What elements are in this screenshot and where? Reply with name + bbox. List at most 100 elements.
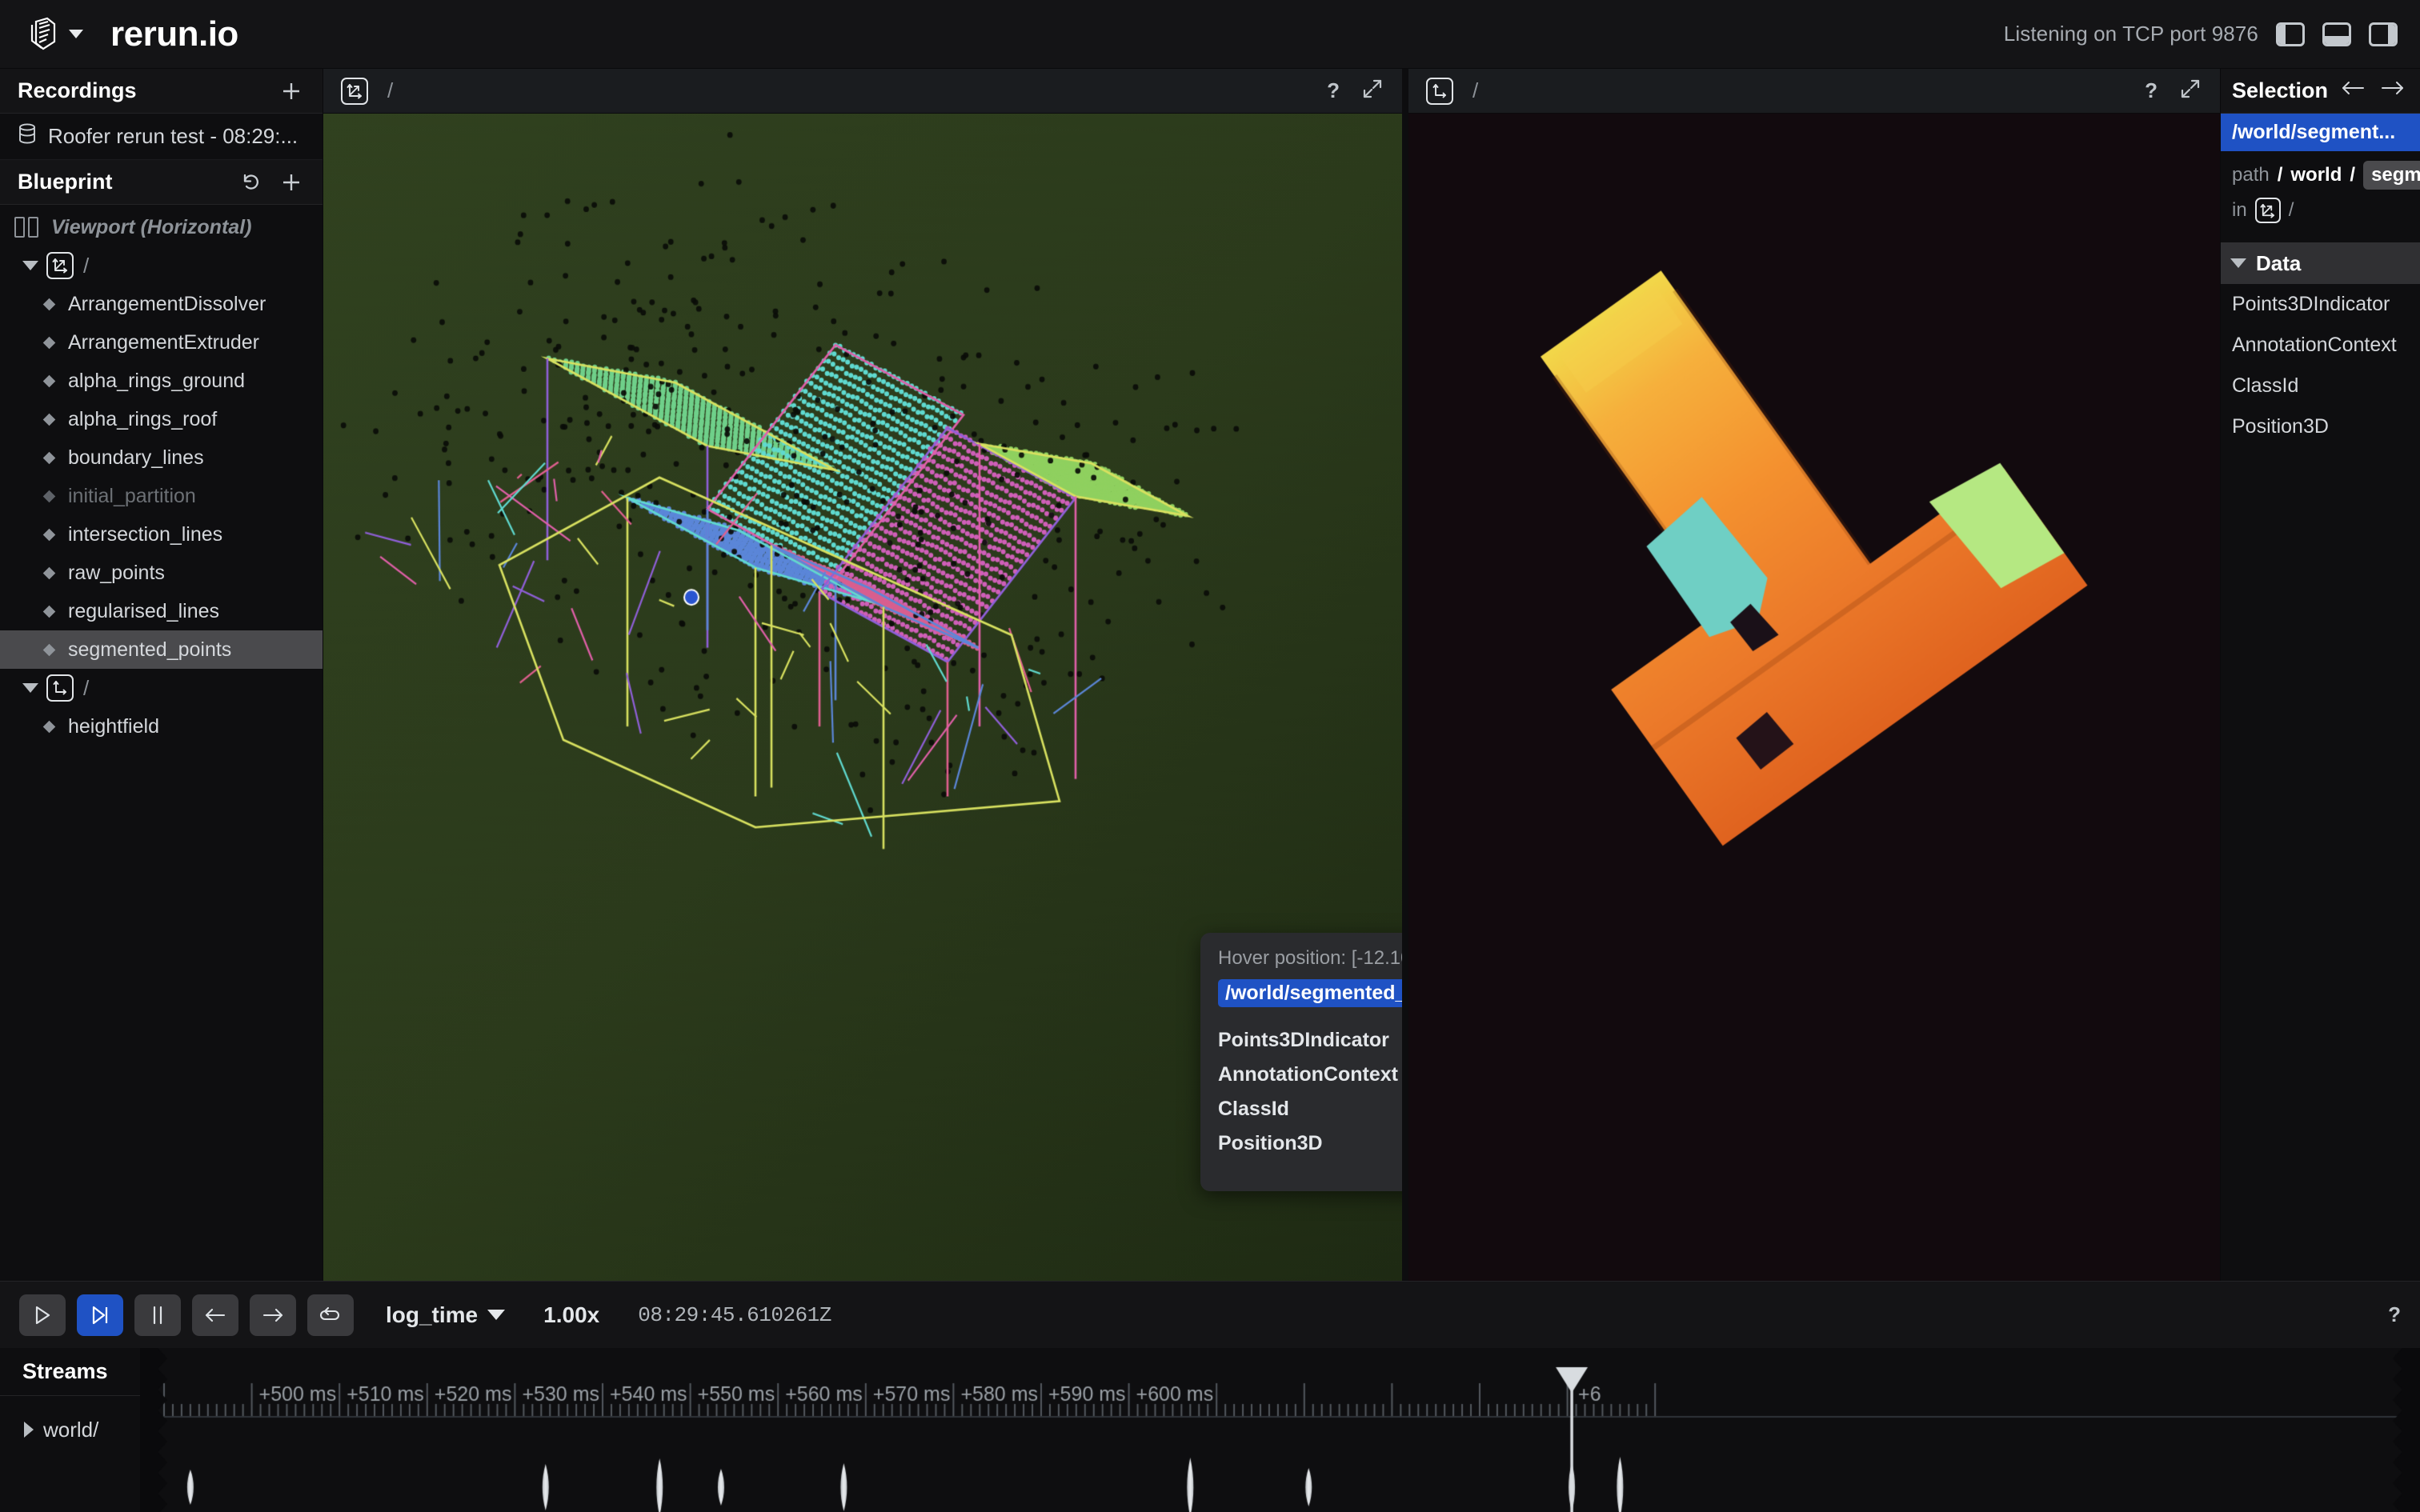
selection-breadcrumb-area: path / world / segm in / [2221, 151, 2420, 242]
tree-item-label: heightfield [68, 714, 159, 738]
blueprint-title: Blueprint [18, 170, 113, 194]
data-item[interactable]: ClassId [2221, 366, 2420, 406]
data-section-label: Data [2256, 250, 2302, 275]
data-item[interactable]: AnnotationContext [2221, 325, 2420, 366]
question-mark-icon[interactable]: ? [2388, 1302, 2401, 1327]
view-splitter[interactable] [1402, 69, 1408, 1281]
play-button[interactable] [19, 1294, 66, 1336]
view-3d-canvas[interactable]: Hover position: [-12.10353, -5.70441, 4.… [323, 114, 1402, 1281]
tree-item-view-3d[interactable]: / [0, 246, 323, 285]
caret-down-icon[interactable] [22, 683, 38, 693]
panel-left-icon[interactable] [2276, 22, 2305, 46]
add-view-button[interactable] [278, 169, 305, 196]
streams-panel: Streams world/ [0, 1348, 2420, 1512]
reset-blueprint-button[interactable] [238, 169, 265, 196]
tree-item-regularised_lines[interactable]: regularised_lines [0, 592, 323, 630]
data-item[interactable]: Position3D [2221, 406, 2420, 447]
tree-item-heightfield[interactable]: heightfield [0, 707, 323, 746]
pause-button[interactable] [134, 1294, 181, 1336]
panel-bottom-icon[interactable] [2322, 22, 2351, 46]
tooltip-row-key: Points3DIndicator [1218, 1029, 1389, 1051]
recording-label: Roofer rerun test - 08:29:... [48, 124, 298, 148]
tree-item-raw_points[interactable]: raw_points [0, 554, 323, 592]
play-to-end-button[interactable] [77, 1294, 123, 1336]
tree-item-intersection_lines[interactable]: intersection_lines [0, 515, 323, 554]
tree-item-label: intersection_lines [68, 522, 223, 546]
selected-entity-chip[interactable]: /world/segment... [2221, 114, 2420, 151]
view-2d-icon [46, 674, 74, 702]
app-menu-button[interactable] [26, 17, 83, 52]
entity-bullet-icon [42, 298, 56, 310]
blueprint-tree: Viewport (Horizontal) / ArrangementDisso… [0, 205, 323, 746]
tooltip-row: AnnotationContext(not found) [1218, 1063, 1402, 1086]
main-body: Recordings Roofer rerun test - 08:29:...… [0, 69, 2420, 1281]
data-section-header[interactable]: Data [2221, 242, 2420, 284]
recordings-title: Recordings [18, 78, 137, 102]
entity-bullet-icon [42, 490, 56, 502]
viewport-layout-icon [14, 217, 38, 238]
tree-item-ArrangementDissolver[interactable]: ArrangementDissolver [0, 285, 323, 323]
entity-bullet-icon [42, 528, 56, 541]
stream-row-world[interactable]: world/ [0, 1404, 140, 1455]
blueprint-header: Blueprint [0, 160, 323, 205]
step-forward-button[interactable] [250, 1294, 296, 1336]
tree-item-boundary_lines[interactable]: boundary_lines [0, 438, 323, 477]
tooltip-entity-path: /world/segmented_points[1544] [1218, 979, 1402, 1007]
data-item[interactable]: Points3DIndicator [2221, 284, 2420, 325]
add-recording-button[interactable] [278, 78, 305, 105]
database-icon [18, 123, 37, 150]
view-3d-icon [341, 77, 368, 105]
tree-item-view-2d[interactable]: / [0, 669, 323, 707]
breadcrumb: path / world / segm [2232, 161, 2420, 190]
container-label: in [2232, 199, 2247, 221]
caret-down-icon[interactable] [22, 261, 38, 270]
container-path[interactable]: / [2289, 199, 2294, 222]
arrow-right-icon[interactable] [2379, 78, 2405, 103]
tree-item-label: alpha_rings_ground [68, 369, 246, 392]
view-3d-title: / [387, 78, 394, 102]
playback-speed[interactable]: 1.00x [543, 1302, 599, 1328]
view-2d-path: / [83, 675, 90, 700]
time-controls-bar: log_time 1.00x 08:29:45.610261Z ? [0, 1281, 2420, 1348]
entity-bullet-icon [42, 605, 56, 618]
tree-item-viewport[interactable]: Viewport (Horizontal) [0, 208, 323, 246]
data-item-list: Points3DIndicator AnnotationContext ClassI… [2221, 284, 2420, 447]
caret-down-icon [2230, 258, 2246, 268]
recording-item[interactable]: Roofer rerun test - 08:29:... [0, 114, 323, 160]
view-3d-panel: / ? Hover position: [-12.1 /world/segmen… [323, 69, 1402, 1281]
tree-item-segmented_points[interactable]: segmented_points [0, 630, 323, 669]
breadcrumb-segment-world[interactable]: world [2290, 164, 2342, 186]
question-mark-icon[interactable]: ? [1327, 78, 1340, 103]
step-back-button[interactable] [192, 1294, 238, 1336]
tree-item-initial_partition[interactable]: initial_partition [0, 477, 323, 515]
tree-item-label: ArrangementExtruder [68, 330, 260, 354]
loop-button[interactable] [307, 1294, 354, 1336]
tooltip-row-key: ClassId [1218, 1098, 1289, 1120]
tree-item-label: regularised_lines [68, 599, 220, 622]
tooltip-row: Points3DIndicator [1218, 1029, 1402, 1052]
expand-icon[interactable] [1360, 77, 1384, 105]
tree-item-ArrangementExtruder[interactable]: ArrangementExtruder [0, 323, 323, 362]
listening-status: Listening on TCP port 9876 [2003, 22, 2258, 46]
views-row: / ? Hover position: [-12.1 /world/segmen… [323, 69, 2220, 1281]
view-3d-path: / [83, 253, 90, 278]
timeline-selector[interactable]: log_time [386, 1302, 506, 1328]
entity-bullet-icon [42, 643, 56, 656]
tree-item-alpha_rings_roof[interactable]: alpha_rings_roof [0, 400, 323, 438]
view-2d-panel: / ? [1408, 69, 2220, 1281]
view-2d-canvas[interactable] [1408, 114, 2220, 1281]
tree-item-alpha_rings_ground[interactable]: alpha_rings_ground [0, 362, 323, 400]
timeline-ruler-area[interactable] [140, 1348, 2420, 1512]
streams-tree: Streams world/ [0, 1348, 140, 1512]
arrow-left-icon[interactable] [2341, 78, 2366, 103]
rerun-logo-icon [26, 17, 61, 52]
tooltip-row: Position3D[-12.076, -5.658, 4.49] [1218, 1132, 1402, 1175]
breadcrumb-segment-current[interactable]: segm [2363, 161, 2420, 190]
panel-right-icon[interactable] [2369, 22, 2398, 46]
expand-icon[interactable] [2178, 77, 2202, 105]
caret-right-icon[interactable] [24, 1422, 34, 1438]
view-2d-icon [1426, 77, 1453, 105]
question-mark-icon[interactable]: ? [2145, 78, 2158, 103]
viewport-label: Viewport (Horizontal) [51, 215, 252, 238]
recordings-header: Recordings [0, 69, 323, 114]
